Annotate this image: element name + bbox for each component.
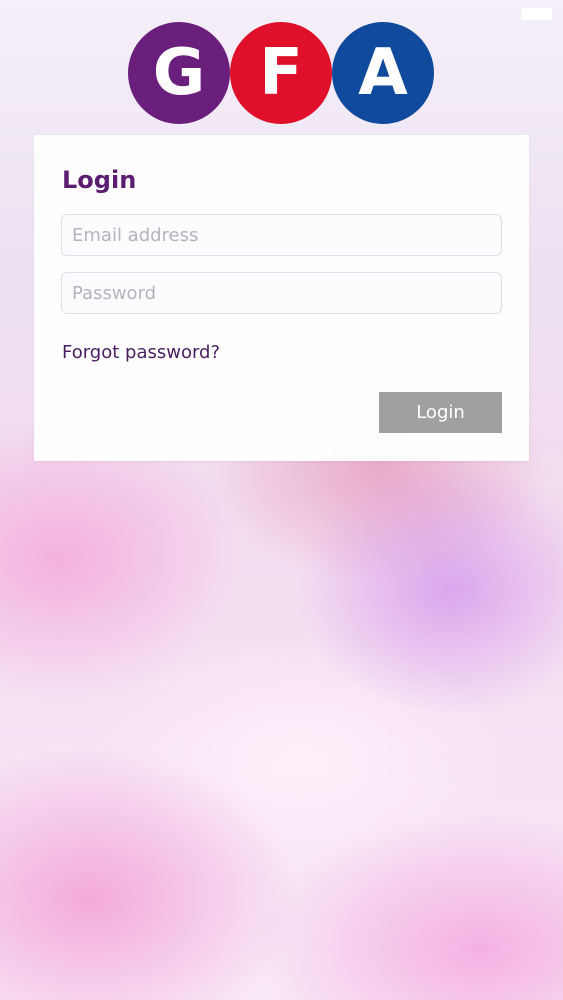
logo-circle-g: G (128, 22, 230, 124)
password-field[interactable] (61, 272, 502, 314)
logo-circle-f: F (230, 22, 332, 124)
login-button[interactable]: Login (379, 392, 502, 433)
email-field[interactable] (61, 214, 502, 256)
logo-circle-a: A (332, 22, 434, 124)
login-title: Login (62, 166, 137, 194)
login-card: Login Forgot password? Login (34, 135, 529, 461)
forgot-password-link[interactable]: Forgot password? (62, 342, 220, 363)
gfa-logo: G F A (128, 22, 436, 126)
battery-icon (521, 8, 552, 20)
